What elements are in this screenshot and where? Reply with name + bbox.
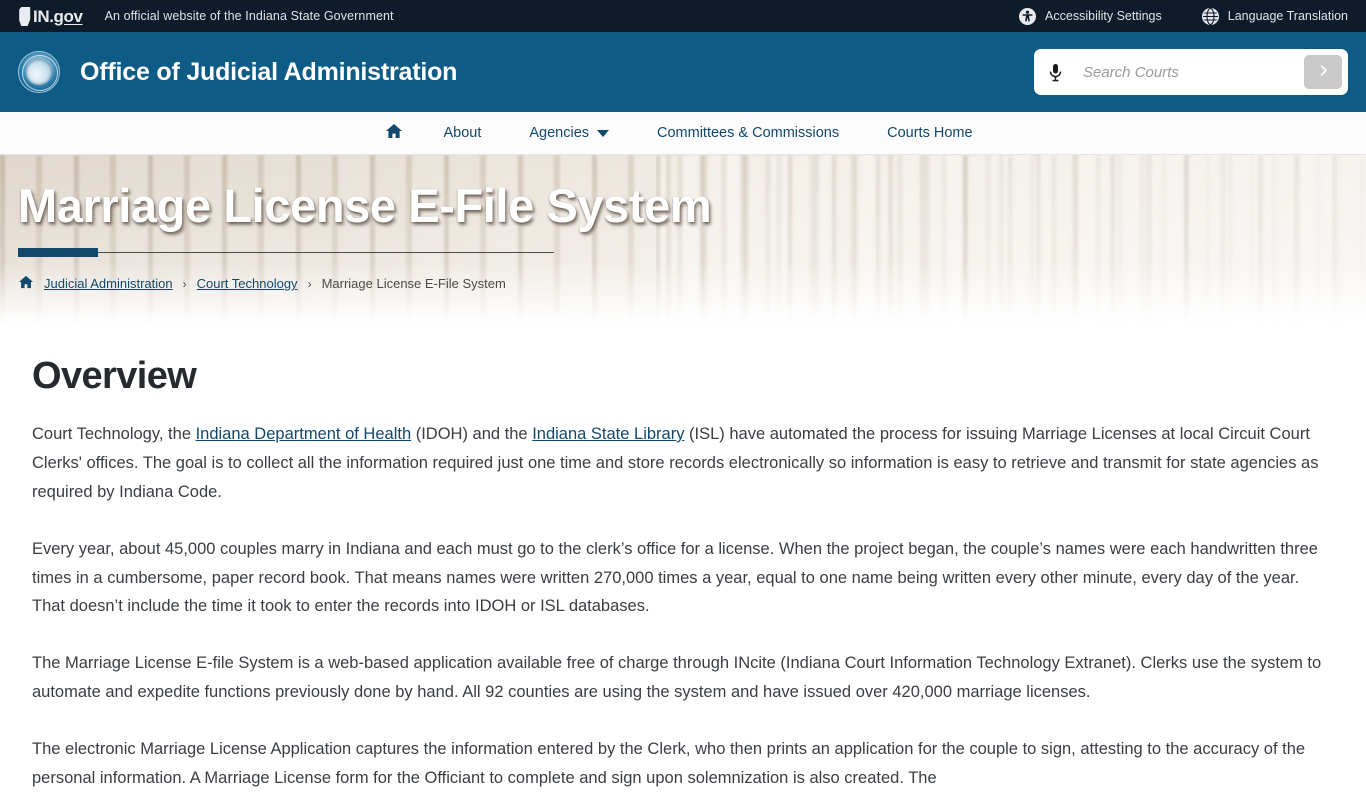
utility-links: Accessibility Settings Language Translat… [1019,7,1348,25]
nav-item-label: Agencies [529,125,590,141]
search-input[interactable] [1081,49,1304,95]
ingov-in: IN [33,6,50,26]
indiana-state-shape-icon [18,6,32,26]
section-title-overview: Overview [32,355,197,397]
official-website-text: An official website of the Indiana State… [104,9,394,23]
main-navigation: About Agencies Committees & Commissions … [0,112,1366,155]
breadcrumb-item-judicial-administration[interactable]: Judicial Administration [44,276,173,291]
overview-paragraph-1: Court Technology, the Indiana Department… [32,420,1332,507]
overview-paragraph-2: Every year, about 45,000 couples marry i… [32,539,1318,616]
ingov-logo-link[interactable]: IN. gov [18,6,83,26]
masthead: Office of Judicial Administration [0,32,1366,112]
hero-divider [18,248,554,258]
overview-paragraph-3: The Marriage License E-file System is a … [32,654,1322,702]
nav-item-about[interactable]: About [419,112,505,154]
language-translation-link[interactable]: Language Translation [1201,7,1348,25]
globe-icon [1201,7,1219,25]
breadcrumb-item-court-technology[interactable]: Court Technology [197,276,298,291]
page-title: Marriage License E-File System [18,179,712,232]
nav-item-agencies[interactable]: Agencies [505,112,633,154]
site-title: Office of Judicial Administration [80,57,458,86]
state-seal-icon [18,51,60,93]
paragraph-text: Court Technology, the [32,425,196,443]
nav-item-courts-home[interactable]: Courts Home [863,112,996,154]
accessibility-icon [1019,7,1037,25]
nav-item-home[interactable] [369,112,419,154]
hero-banner: Marriage License E-File System Judicial … [0,155,1366,327]
link-indiana-department-of-health[interactable]: Indiana Department of Health [196,425,412,443]
nav-item-committees-commissions[interactable]: Committees & Commissions [633,112,863,154]
ingov-wordmark: IN. gov [33,8,83,25]
breadcrumb-separator: › [182,276,187,291]
accessibility-settings-label: Accessibility Settings [1045,9,1162,23]
home-icon[interactable] [18,275,34,292]
chevron-right-icon [1317,64,1330,80]
utility-bar: IN. gov An official website of the Indian… [0,0,1366,32]
overview-paragraph-4: The electronic Marriage License Applicat… [32,740,1306,787]
breadcrumb-separator: › [307,276,312,291]
home-icon [385,123,403,143]
search-bar [1034,49,1348,95]
breadcrumb-item-current: Marriage License E-File System [321,276,506,292]
search-submit-button[interactable] [1304,55,1342,89]
ingov-gov: gov [53,6,83,26]
chevron-down-icon [597,129,610,137]
breadcrumb: Judicial Administration › Court Technolo… [18,275,1348,292]
language-translation-label: Language Translation [1227,9,1348,23]
accessibility-settings-link[interactable]: Accessibility Settings [1019,7,1162,25]
paragraph-text: (IDOH) and the [411,425,533,443]
nav-item-label: About [443,125,482,141]
main-content: Overview Court Technology, the Indiana D… [0,327,1366,793]
nav-item-label: Courts Home [887,125,973,141]
hero-accent-bar [18,248,98,258]
link-indiana-state-library[interactable]: Indiana State Library [532,425,684,443]
nav-item-label: Committees & Commissions [657,125,840,141]
microphone-icon[interactable] [1048,63,1063,82]
